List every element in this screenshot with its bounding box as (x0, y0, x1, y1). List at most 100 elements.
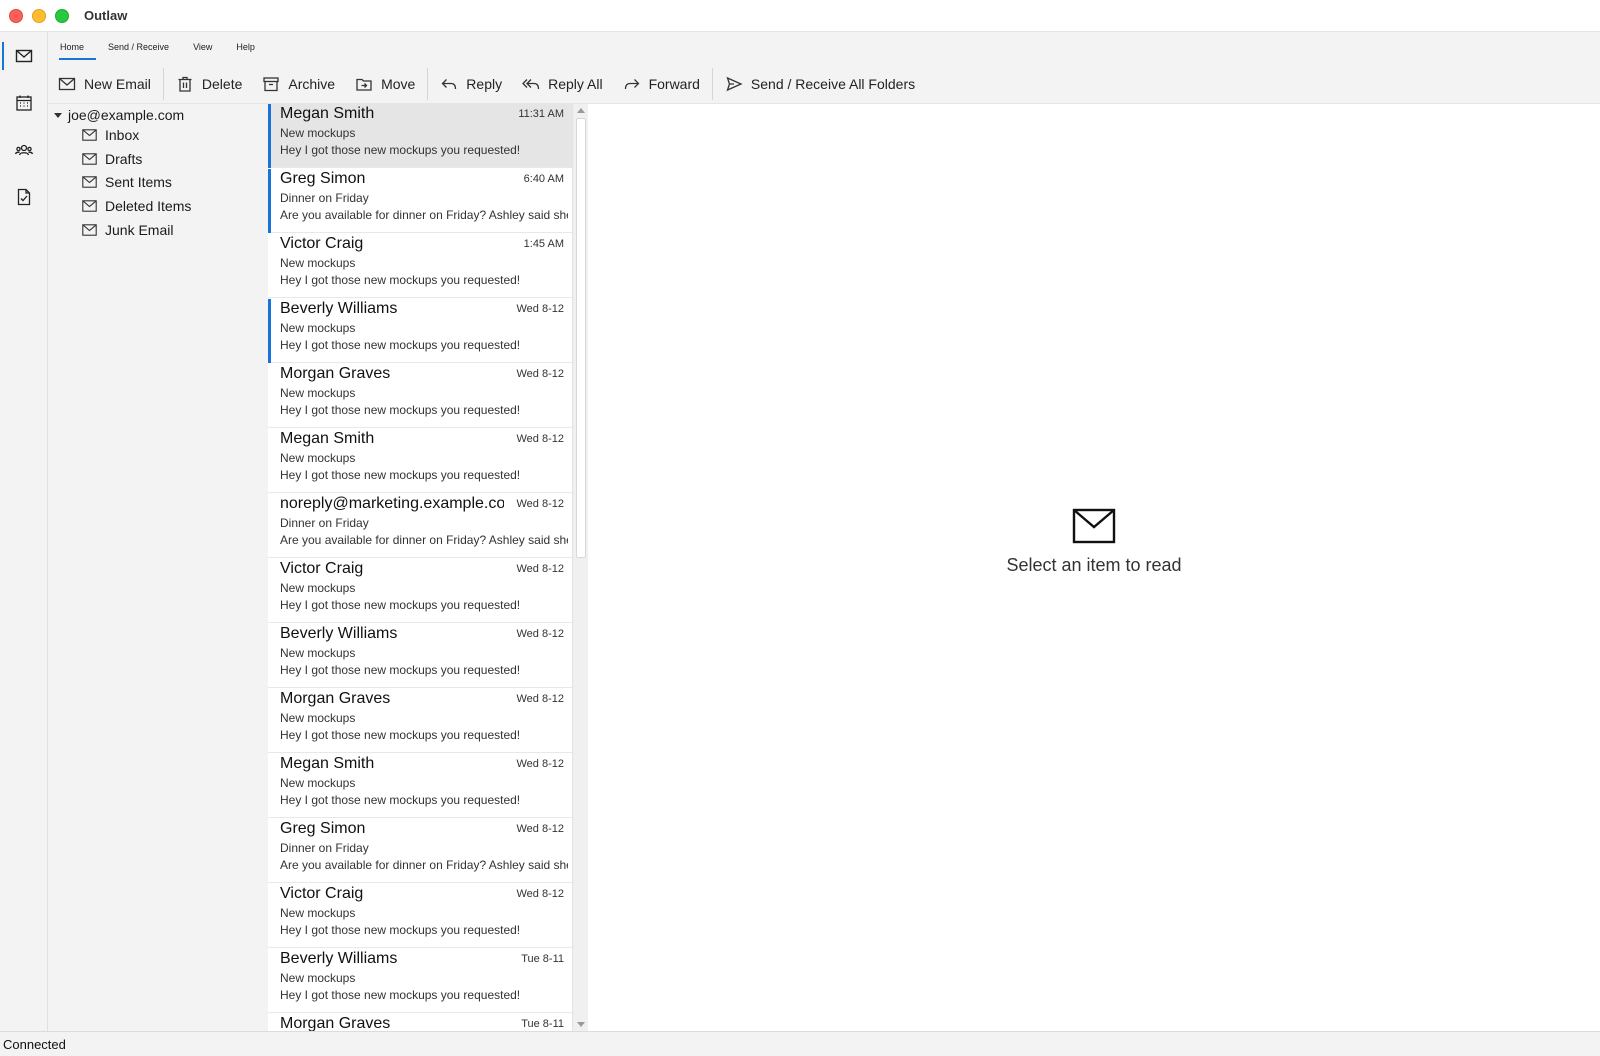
message-row[interactable]: Greg Simon 6:40 AM Dinner on Friday Are you… (268, 169, 572, 233)
message-preview: Hey I got those new mockups you requeste… (280, 403, 521, 417)
message-row[interactable]: Beverly Williams Tue 8-11 New mockups Hey I… (268, 949, 572, 1013)
reply-button[interactable]: Reply (430, 68, 512, 100)
message-row[interactable]: Megan Smith Wed 8-12 New mockups Hey I got … (268, 429, 572, 493)
message-row[interactable]: Greg Simon Wed 8-12 Dinner on Friday Are yo… (268, 819, 572, 883)
message-row[interactable]: Victor Craig 1:45 AM New mockups Hey I got … (268, 234, 572, 298)
account-node[interactable]: joe@example.com (52, 104, 184, 126)
message-sender: Greg Simon (280, 820, 366, 837)
window-close-button[interactable] (9, 9, 23, 23)
message-sender: Megan Smith (280, 755, 375, 772)
scroll-up-arrow[interactable] (577, 108, 585, 113)
forward-button[interactable]: Forward (613, 68, 710, 100)
message-time: Wed 8-12 (516, 693, 565, 705)
tab-home[interactable]: Home (48, 32, 97, 62)
tab-view[interactable]: View (181, 32, 224, 62)
delete-label: Delete (201, 76, 243, 92)
mail-icon (82, 224, 97, 236)
rail-tasks-button[interactable] (0, 175, 48, 219)
folder-drafts[interactable]: Drafts (82, 148, 142, 170)
message-row[interactable]: Megan Smith Wed 8-12 New mockups Hey I got … (268, 754, 572, 818)
window-minimize-button[interactable] (32, 9, 46, 23)
send-receive-all-label: Send / Receive All Folders (750, 76, 916, 92)
message-subject: New mockups (280, 711, 356, 725)
message-time: Tue 8-11 (521, 953, 564, 965)
tab-help[interactable]: Help (224, 32, 267, 62)
reply-icon (441, 79, 457, 90)
message-preview: Hey I got those new mockups you requeste… (280, 663, 521, 677)
message-row[interactable]: Victor Craig Wed 8-12 New mockups Hey I got… (268, 884, 572, 948)
ribbon-tabs: Home Send / Receive View Help (48, 32, 267, 62)
folder-sent-items[interactable]: Sent Items (82, 171, 172, 193)
message-list-scrollbar[interactable] (572, 104, 588, 1031)
message-sender: Beverly Williams (280, 625, 398, 642)
folder-label: Deleted Items (105, 198, 192, 214)
message-sender: noreply@marketing.example.com (280, 495, 504, 512)
title-bar: Outlaw (0, 0, 1600, 32)
message-sender: Beverly Williams (280, 950, 398, 967)
message-row[interactable]: Megan Smith 11:31 AM New mockups Hey I got … (268, 104, 572, 168)
send-receive-all-button[interactable]: Send / Receive All Folders (715, 68, 925, 100)
message-row[interactable]: Beverly Williams Wed 8-12 New mockups Hey I… (268, 299, 572, 363)
message-subject: New mockups (280, 321, 356, 335)
message-row[interactable]: noreply@marketing.example.com Wed 8-12 Din… (268, 494, 572, 558)
forward-label: Forward (648, 76, 700, 92)
message-subject: New mockups (280, 776, 356, 790)
status-bar: Connected (0, 1031, 1600, 1056)
message-time: 6:40 AM (523, 173, 564, 185)
folder-junk-email[interactable]: Junk Email (82, 219, 173, 241)
message-row[interactable]: Morgan GravesTue 8-11New mockupsHey I go… (268, 1014, 572, 1031)
message-preview: Hey I got those new mockups you requeste… (280, 338, 521, 352)
mail-icon (1072, 508, 1116, 544)
new-email-button[interactable]: New Email (48, 68, 161, 100)
folder-inbox[interactable]: Inbox (82, 124, 139, 146)
message-preview: Hey I got those new mockups you requeste… (280, 598, 521, 612)
window-maximize-button[interactable] (55, 9, 69, 23)
message-time: Wed 8-12 (516, 888, 565, 900)
message-preview: Hey I got those new mockups you requeste… (280, 988, 521, 1002)
message-time: Wed 8-12 (516, 823, 565, 835)
folder-deleted-items[interactable]: Deleted Items (82, 195, 191, 217)
tab-send-receive[interactable]: Send / Receive (96, 32, 181, 62)
scroll-down-arrow[interactable] (577, 1022, 585, 1027)
message-preview: Hey I got those new mockups you requeste… (280, 468, 521, 482)
folder-pane: joe@example.com Inbox Drafts Sent Items … (48, 104, 268, 1031)
empty-state: Select an item to read (588, 508, 1600, 576)
scrollbar-thumb[interactable] (576, 118, 586, 558)
move-label: Move (381, 76, 416, 92)
archive-button[interactable]: Archive (252, 68, 345, 100)
chevron-down-icon[interactable] (54, 112, 62, 118)
folder-label: Drafts (105, 151, 143, 167)
message-row[interactable]: Victor Craig Wed 8-12 New mockups Hey I got… (268, 559, 572, 623)
message-time: 1:45 AM (523, 238, 564, 250)
rail-mail-button[interactable] (0, 34, 48, 78)
toolbar-separator (711, 68, 713, 100)
folder-label: Sent Items (105, 174, 172, 190)
message-row[interactable]: Morgan Graves Wed 8-12 New mockups Hey I go… (268, 364, 572, 428)
archive-label: Archive (288, 76, 336, 92)
rail-people-button[interactable] (0, 128, 48, 172)
message-subject: Dinner on Friday (280, 841, 369, 855)
message-subject: New mockups (280, 256, 356, 270)
send-icon (726, 76, 743, 92)
message-preview: Hey I got those new mockups you requeste… (280, 793, 521, 807)
mail-icon (82, 176, 97, 188)
message-subject: New mockups (280, 126, 356, 140)
message-preview: Hey I got those new mockups you requeste… (280, 728, 521, 742)
message-time: Wed 8-12 (516, 433, 565, 445)
message-sender: Morgan Graves (280, 690, 391, 707)
message-sender: Megan Smith (280, 430, 375, 447)
rail-calendar-button[interactable] (0, 81, 48, 125)
reply-all-button[interactable]: Reply All (512, 68, 612, 100)
message-preview: Are you available for dinner on Friday? … (280, 533, 568, 547)
message-sender: Victor Craig (280, 560, 364, 577)
trash-icon (178, 76, 192, 92)
move-button[interactable]: Move (345, 68, 425, 100)
message-subject: New mockups (280, 451, 356, 465)
ribbon: Home Send / Receive View Help New Email … (48, 32, 1600, 104)
message-row[interactable]: Beverly Williams Wed 8-12 New mockups Hey I… (268, 624, 572, 688)
message-time: Wed 8-12 (516, 498, 565, 510)
delete-button[interactable]: Delete (166, 68, 252, 100)
message-preview: Are you available for dinner on Friday? … (280, 858, 568, 872)
message-row[interactable]: Morgan Graves Wed 8-12 New mockups Hey I go… (268, 689, 572, 753)
forward-icon (624, 79, 639, 90)
